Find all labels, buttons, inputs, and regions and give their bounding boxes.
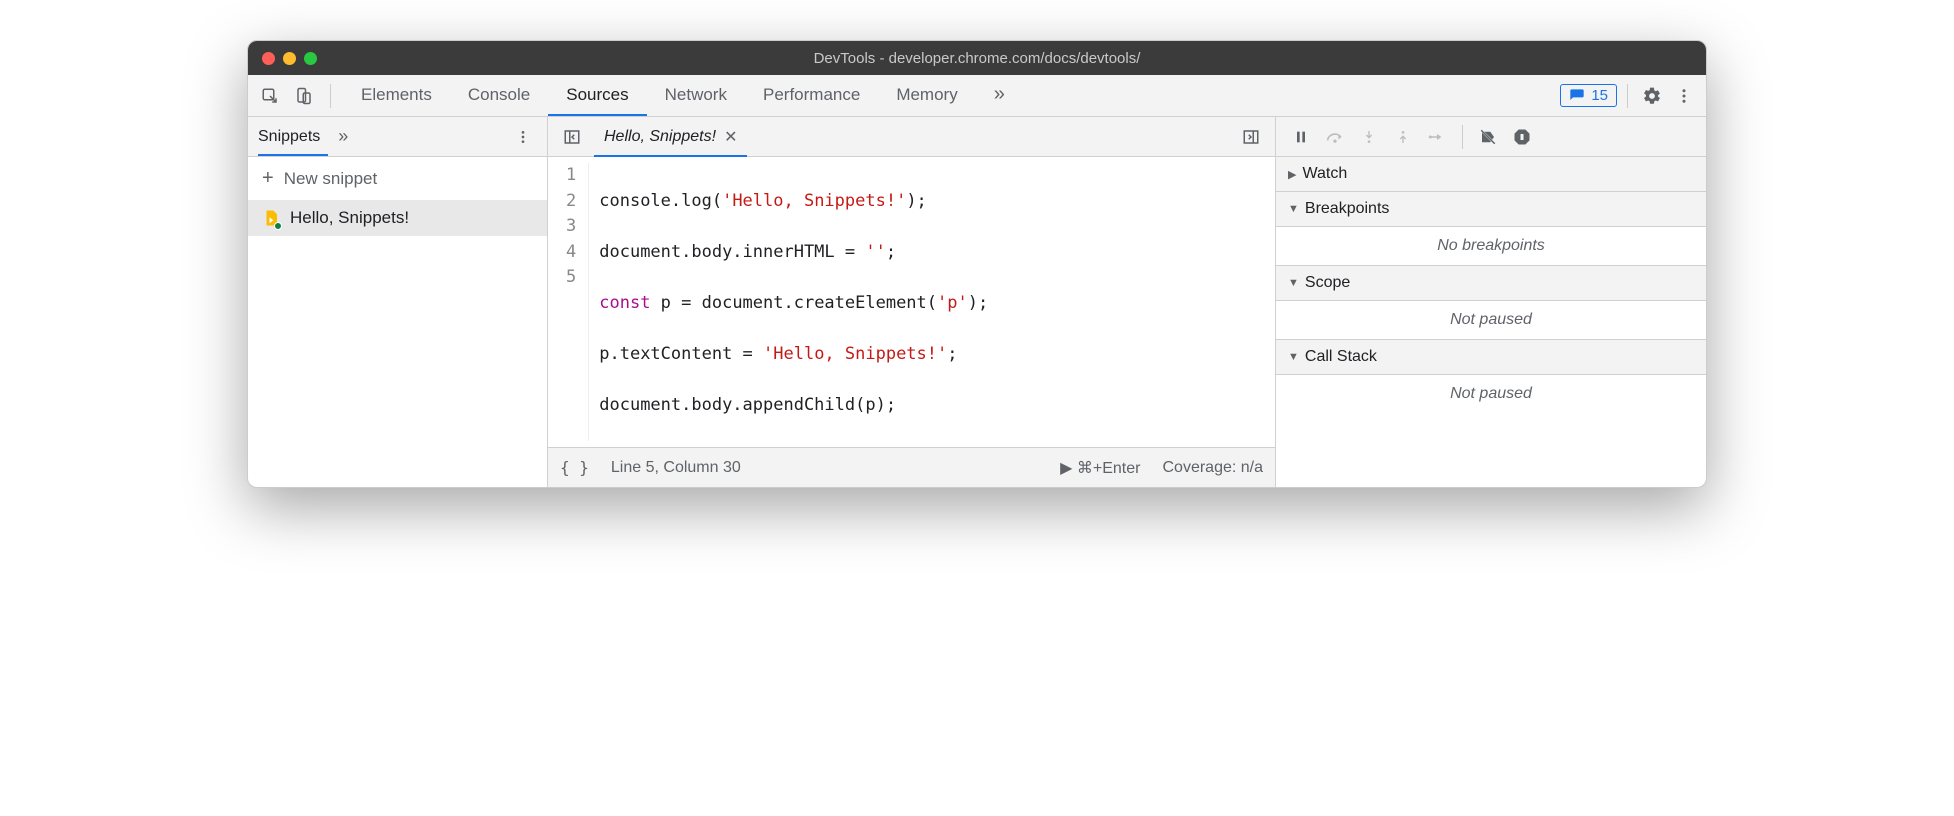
navigator-more-icon[interactable]	[509, 123, 537, 151]
editor-file-tab[interactable]: Hello, Snippets! ✕	[594, 127, 747, 157]
code-line: document.body.appendChild(p);	[599, 393, 988, 419]
debugger-panel: ▶ Watch ▼ Breakpoints No breakpoints ▼ S…	[1276, 117, 1706, 487]
issues-count: 15	[1591, 87, 1608, 104]
breakpoints-empty-text: No breakpoints	[1276, 227, 1706, 266]
line-number: 4	[566, 240, 576, 266]
devtools-tabbar: Elements Console Sources Network Perform…	[248, 75, 1706, 117]
code-line: document.body.innerHTML = '';	[599, 240, 988, 266]
expand-down-icon: ▼	[1288, 277, 1299, 289]
tabs-overflow-icon[interactable]: »	[976, 75, 1023, 116]
pause-button[interactable]	[1286, 123, 1316, 151]
play-icon: ▶	[1060, 460, 1072, 477]
inspect-element-icon[interactable]	[256, 82, 284, 110]
issues-badge[interactable]: 15	[1560, 84, 1617, 107]
window-zoom-button[interactable]	[304, 52, 317, 65]
debugger-toolbar	[1276, 117, 1706, 157]
close-tab-icon[interactable]: ✕	[724, 127, 737, 147]
deactivate-breakpoints-button[interactable]	[1473, 123, 1503, 151]
snippet-file-item[interactable]: Hello, Snippets!	[248, 200, 547, 236]
editor-header: Hello, Snippets! ✕	[548, 117, 1275, 157]
code-line: console.log('Hello, Snippets!');	[599, 189, 988, 215]
callstack-empty-text: Not paused	[1276, 375, 1706, 413]
step-out-button[interactable]	[1388, 123, 1418, 151]
step-over-button[interactable]	[1320, 123, 1350, 151]
navigator-panel: Snippets » + New snippet Hello, Snippets…	[248, 117, 548, 487]
run-snippet-button[interactable]: ▶ ⌘+Enter	[1060, 458, 1140, 478]
code-editor[interactable]: 1 2 3 4 5 console.log('Hello, Snippets!'…	[548, 157, 1275, 447]
navigator-tabs-overflow-icon[interactable]: »	[338, 126, 348, 147]
line-number: 1	[566, 163, 576, 189]
breakpoints-section-header[interactable]: ▼ Breakpoints	[1276, 192, 1706, 227]
tab-performance[interactable]: Performance	[745, 75, 878, 116]
panel-tabs: Elements Console Sources Network Perform…	[343, 75, 1560, 116]
watch-section-header[interactable]: ▶ Watch	[1276, 157, 1706, 192]
navigator-tabs: Snippets »	[248, 117, 547, 157]
show-debugger-icon[interactable]	[1237, 123, 1265, 151]
settings-icon[interactable]	[1638, 82, 1666, 110]
titlebar: DevTools - developer.chrome.com/docs/dev…	[248, 41, 1706, 75]
issues-icon	[1569, 88, 1585, 104]
code-line: p.textContent = 'Hello, Snippets!';	[599, 342, 988, 368]
window-minimize-button[interactable]	[283, 52, 296, 65]
step-button[interactable]	[1422, 123, 1452, 151]
separator	[1627, 84, 1628, 108]
snippet-file-label: Hello, Snippets!	[290, 208, 409, 228]
expand-right-icon: ▶	[1288, 168, 1296, 181]
scope-section-header[interactable]: ▼ Scope	[1276, 266, 1706, 301]
device-toolbar-icon[interactable]	[290, 82, 318, 110]
tab-network[interactable]: Network	[647, 75, 745, 116]
line-gutter: 1 2 3 4 5	[548, 163, 589, 441]
show-navigator-icon[interactable]	[558, 123, 586, 151]
separator	[1462, 125, 1463, 149]
window-title: DevTools - developer.chrome.com/docs/dev…	[248, 50, 1706, 67]
new-snippet-label: New snippet	[284, 169, 378, 189]
scope-empty-text: Not paused	[1276, 301, 1706, 340]
more-menu-icon[interactable]	[1670, 82, 1698, 110]
tab-console[interactable]: Console	[450, 75, 548, 116]
traffic-lights	[262, 52, 317, 65]
scope-label: Scope	[1305, 274, 1350, 292]
code-content: console.log('Hello, Snippets!'); documen…	[589, 163, 988, 441]
callstack-label: Call Stack	[1305, 348, 1377, 366]
snippet-file-icon	[262, 208, 280, 228]
expand-down-icon: ▼	[1288, 203, 1299, 215]
window-close-button[interactable]	[262, 52, 275, 65]
line-number: 2	[566, 189, 576, 215]
line-number: 3	[566, 214, 576, 240]
devtools-window: DevTools - developer.chrome.com/docs/dev…	[247, 40, 1707, 488]
editor-statusbar: { } Line 5, Column 30 ▶ ⌘+Enter Coverage…	[548, 447, 1275, 487]
separator	[330, 84, 331, 108]
expand-down-icon: ▼	[1288, 351, 1299, 363]
callstack-section-header[interactable]: ▼ Call Stack	[1276, 340, 1706, 375]
step-into-button[interactable]	[1354, 123, 1384, 151]
line-number: 5	[566, 265, 576, 291]
pretty-print-icon[interactable]: { }	[560, 458, 589, 477]
navigator-tab-snippets[interactable]: Snippets	[258, 128, 328, 156]
pause-on-exceptions-button[interactable]	[1507, 123, 1537, 151]
coverage-label: Coverage: n/a	[1162, 459, 1263, 477]
sources-panel: Snippets » + New snippet Hello, Snippets…	[248, 117, 1706, 487]
code-line: const p = document.createElement('p');	[599, 291, 988, 317]
modified-dot-icon	[274, 222, 282, 230]
tab-memory[interactable]: Memory	[878, 75, 975, 116]
plus-icon: +	[262, 167, 274, 190]
run-shortcut-label: ⌘+Enter	[1077, 460, 1141, 477]
editor-panel: Hello, Snippets! ✕ 1 2 3 4 5 console.log…	[548, 117, 1276, 487]
cursor-position: Line 5, Column 30	[611, 459, 741, 477]
watch-label: Watch	[1302, 165, 1347, 183]
breakpoints-label: Breakpoints	[1305, 200, 1390, 218]
new-snippet-button[interactable]: + New snippet	[248, 157, 547, 200]
tab-sources[interactable]: Sources	[548, 75, 646, 116]
editor-file-tab-label: Hello, Snippets!	[604, 128, 716, 146]
tab-elements[interactable]: Elements	[343, 75, 450, 116]
